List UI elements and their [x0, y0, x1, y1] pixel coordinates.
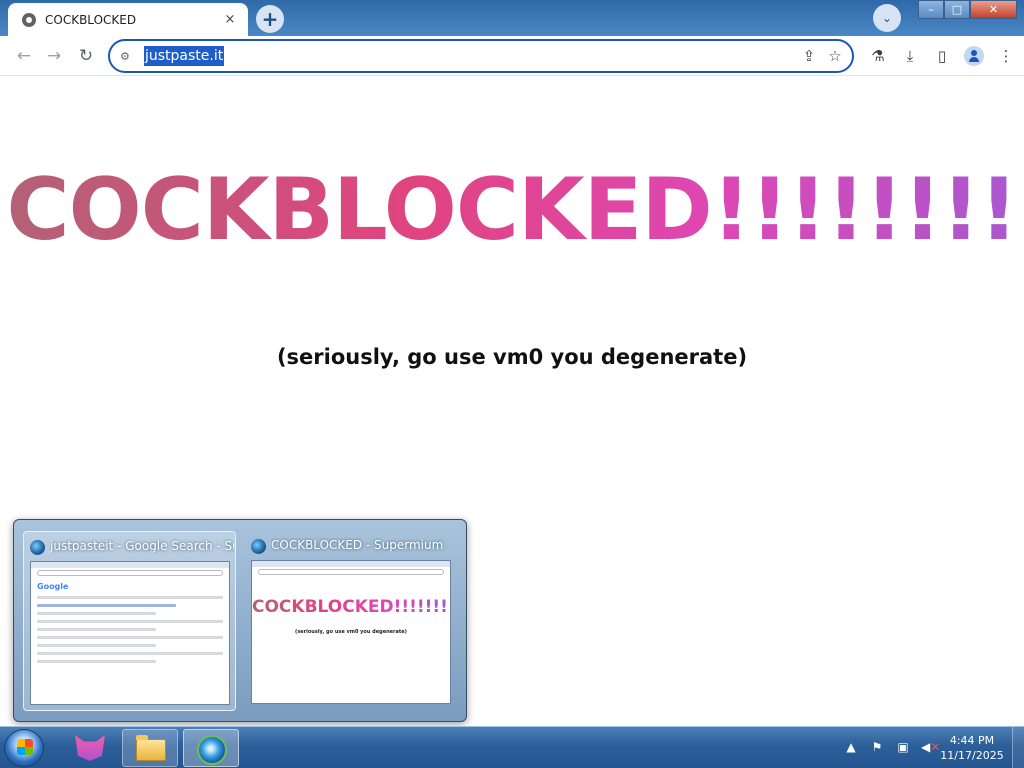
globe-icon [22, 12, 36, 27]
back-button[interactable]: ← [12, 44, 36, 68]
close-window-button[interactable]: ✕ [970, 0, 1017, 19]
thumbnail-title: COCKBLOCKED - Supermium [271, 538, 444, 552]
taskbar-app-browser[interactable] [183, 729, 239, 767]
folder-icon [136, 735, 166, 761]
side-panel-icon[interactable]: ▯ [926, 46, 958, 66]
mini-line [37, 644, 156, 647]
taskbar-app-explorer[interactable] [122, 729, 178, 767]
windows-logo-icon [17, 739, 33, 755]
reload-button[interactable]: ↻ [74, 44, 98, 68]
url-text[interactable]: justpaste.it [144, 46, 225, 66]
mini-line [37, 652, 223, 655]
mini-subline: (seriously, go use vm0 you degenerate) [295, 629, 407, 635]
clock-time: 4:44 PM [949, 734, 995, 747]
system-tray: ▲ ⚑ ▣ ◀✕ [843, 739, 940, 755]
address-bar[interactable]: ⚙ justpaste.it ⇪ ☆ [108, 39, 854, 73]
browser-tab-strip: COCKBLOCKED × + ⌄ – □ ✕ [0, 0, 1024, 36]
share-icon[interactable]: ⇪ [800, 47, 818, 65]
mini-address-bar [258, 569, 444, 575]
labs-flask-icon[interactable]: ⚗ [862, 46, 894, 66]
cat-app-icon [75, 735, 105, 761]
bookmark-star-icon[interactable]: ☆ [826, 47, 844, 65]
browser-app-icon [251, 539, 266, 554]
browser-toolbar: ← → ↻ ⚙ justpaste.it ⇪ ☆ ⚗ ⤓ ▯ ⋮ [0, 36, 1024, 76]
new-tab-button[interactable]: + [256, 5, 284, 33]
mini-line [37, 596, 223, 599]
start-button[interactable] [4, 729, 44, 767]
mini-line [37, 612, 156, 615]
show-desktop-button[interactable] [1012, 727, 1024, 768]
mini-line [37, 628, 156, 631]
thumbnail-cockblocked[interactable]: COCKBLOCKED - Supermium COCKBLOCKED!!!!!… [245, 531, 458, 711]
page-headline: COCKBLOCKED!!!!!!!! [0, 163, 1024, 258]
clock-date: 11/17/2025 [940, 749, 1004, 762]
minimize-button[interactable]: – [918, 0, 944, 19]
mini-google-logo: Google [37, 582, 69, 591]
download-icon[interactable]: ⤓ [894, 46, 926, 66]
menu-kebab-icon[interactable]: ⋮ [990, 46, 1022, 66]
network-icon[interactable]: ▣ [895, 739, 911, 755]
show-hidden-icons-icon[interactable]: ▲ [843, 739, 859, 755]
browser-tab[interactable]: COCKBLOCKED × [8, 3, 248, 36]
site-info-icon[interactable]: ⚙ [120, 50, 140, 63]
mini-line [37, 620, 223, 623]
thumbnail-screen: Google [30, 561, 230, 705]
action-center-flag-icon[interactable]: ⚑ [869, 739, 885, 755]
mini-tab-bar [252, 561, 450, 567]
windows-taskbar: ▲ ⚑ ▣ ◀✕ 4:44 PM 11/17/2025 [0, 726, 1024, 768]
taskbar-thumbnail-preview: justpasteit - Google Search - Su... Goog… [13, 519, 467, 722]
window-controls: – □ ✕ [918, 0, 1017, 19]
thumbnail-screen: COCKBLOCKED!!!!!!!! (seriously, go use v… [251, 560, 451, 704]
mini-line [37, 604, 176, 607]
page-subline: (seriously, go use vm0 you degenerate) [276, 345, 748, 369]
mini-headline: COCKBLOCKED!!!!!!!! [252, 597, 451, 617]
mini-address-bar [37, 570, 223, 576]
profile-avatar-icon [964, 46, 984, 66]
mini-line [37, 660, 156, 663]
browser-app-icon [30, 540, 45, 555]
forward-button[interactable]: → [42, 44, 66, 68]
taskbar-app-cat[interactable] [62, 729, 118, 767]
mini-line [37, 636, 223, 639]
maximize-button[interactable]: □ [944, 0, 970, 19]
thumbnail-google-search[interactable]: justpasteit - Google Search - Su... Goog… [23, 531, 236, 711]
taskbar-clock[interactable]: 4:44 PM 11/17/2025 [935, 733, 1009, 763]
profile-button[interactable] [958, 46, 990, 66]
mini-tab-bar [31, 562, 229, 568]
tab-title: COCKBLOCKED [45, 12, 137, 27]
thumbnail-title: justpasteit - Google Search - Su... [50, 539, 234, 553]
close-tab-icon[interactable]: × [222, 12, 238, 27]
browser-globe-icon [197, 735, 227, 765]
tab-search-button[interactable]: ⌄ [873, 4, 901, 32]
